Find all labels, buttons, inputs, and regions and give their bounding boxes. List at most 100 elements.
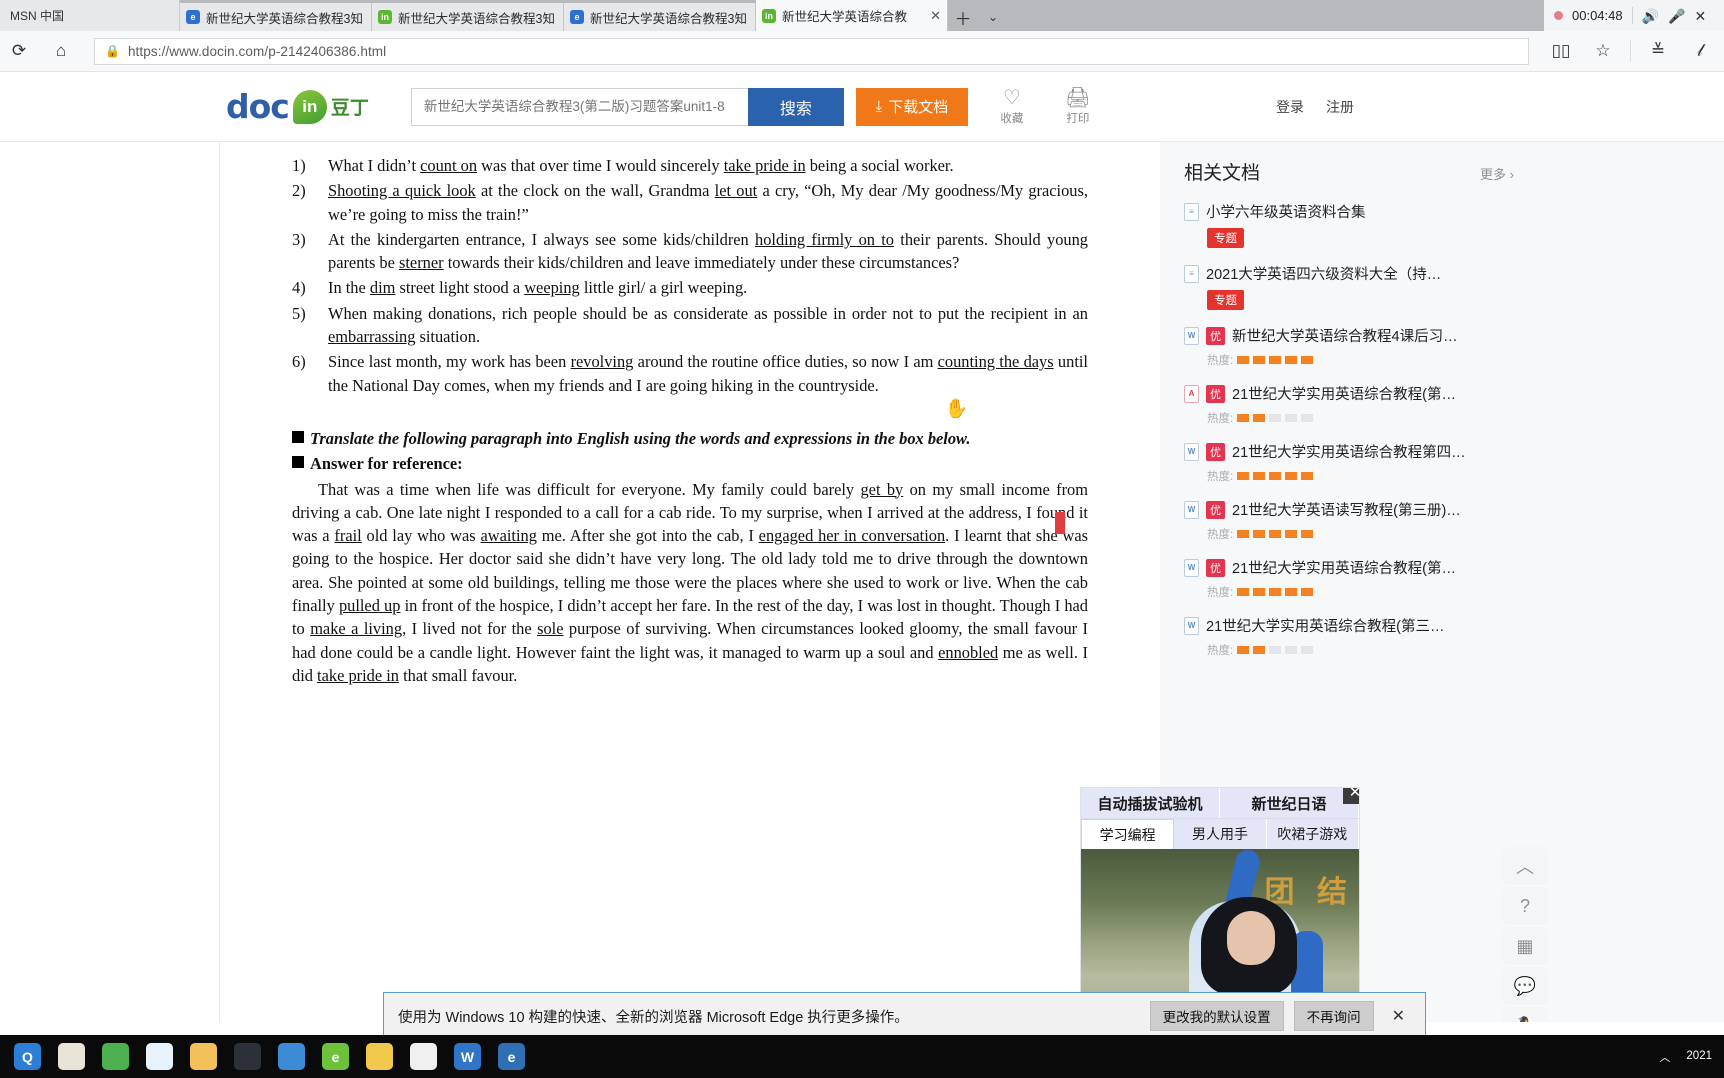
more-label: 更多 bbox=[1480, 167, 1507, 182]
related-document-title[interactable]: 21世纪大学实用英语综合教程(第… bbox=[1232, 557, 1456, 578]
qq-share-button[interactable]: 🐧 bbox=[1502, 1007, 1548, 1022]
related-document-item[interactable]: A 优 21世纪大学实用英语综合教程(第… 热度: bbox=[1184, 383, 1704, 426]
search-button[interactable]: 搜索 bbox=[747, 87, 844, 126]
globe-upload-icon[interactable] bbox=[278, 1043, 305, 1070]
browser-tab-3[interactable]: e 新世纪大学英语综合教程3知 bbox=[564, 3, 756, 31]
related-document-list: ≡ 小学六年级英语资料合集 专题 ≡ 2021大学英语四六级资料大全（持续… 专题 W 优新世… bbox=[1184, 201, 1704, 658]
related-document-title[interactable]: 小学六年级英语资料合集 bbox=[1206, 201, 1366, 222]
wechat-share-button[interactable]: 💬 bbox=[1502, 967, 1548, 1005]
related-document-item[interactable]: ≡ 小学六年级英语资料合集 专题 bbox=[1184, 201, 1704, 248]
wps-icon[interactable]: W bbox=[454, 1043, 481, 1070]
new-tab-button[interactable]: ＋ bbox=[948, 3, 978, 31]
close-icon[interactable]: ✕ bbox=[1392, 1006, 1405, 1026]
word-file-icon: W bbox=[1184, 558, 1199, 577]
close-icon[interactable]: ✕ bbox=[1694, 9, 1706, 23]
favorite-tool[interactable]: ♡ 收藏 bbox=[990, 88, 1034, 126]
browser-tab-1[interactable]: e 新世纪大学英语综合教程3知 bbox=[180, 3, 372, 31]
topic-badge: 专题 bbox=[1207, 290, 1244, 310]
heat-bar bbox=[1301, 414, 1314, 422]
word-file-icon: W bbox=[1184, 442, 1199, 461]
star-icon[interactable]: ☆ bbox=[1583, 32, 1623, 70]
related-document-title[interactable]: 21世纪大学实用英语综合教程(第三册)… bbox=[1206, 615, 1454, 636]
dark-app-icon[interactable] bbox=[234, 1043, 261, 1070]
dont-ask-again-button[interactable]: 不再询问 bbox=[1293, 1001, 1374, 1031]
heat-bar bbox=[1301, 646, 1314, 654]
related-document-title[interactable]: 21世纪大学实用英语综合教程第四… bbox=[1232, 441, 1466, 462]
bird-app-icon[interactable] bbox=[146, 1043, 173, 1070]
close-icon[interactable]: ✕ bbox=[1343, 788, 1359, 804]
chevron-down-icon[interactable]: ⌄ bbox=[978, 3, 1008, 31]
exercise-number: 5) bbox=[292, 303, 306, 323]
page-nav-marker[interactable] bbox=[1055, 512, 1065, 534]
browser-tab-4-active[interactable]: in 新世纪大学英语综合教 ✕ bbox=[756, 0, 948, 31]
docin-logo[interactable]: doc in 豆丁 bbox=[226, 87, 369, 126]
favorites-hub-icon[interactable]: ≚ bbox=[1638, 32, 1678, 70]
home-icon[interactable]: ⌂ bbox=[42, 32, 80, 70]
task-heading: Translate the following paragraph into E… bbox=[292, 427, 1088, 450]
login-link[interactable]: 登录 bbox=[1276, 97, 1304, 117]
scroll-to-top-button[interactable]: ︿ bbox=[1502, 847, 1548, 885]
book-icon[interactable]: ▯▯ bbox=[1541, 32, 1581, 70]
account-links: 登录 注册 bbox=[1276, 97, 1354, 117]
qrcode-button[interactable]: ▦ bbox=[1502, 927, 1548, 965]
web-note-icon[interactable]: 𝓁 bbox=[1680, 32, 1720, 70]
related-document-item[interactable]: W 优 21世纪大学实用英语综合教程(第… 热度: bbox=[1184, 557, 1704, 600]
tab-title: 新世纪大学英语综合教 bbox=[782, 10, 908, 24]
microphone-icon[interactable]: 🎤 bbox=[1668, 9, 1685, 23]
exercise-text: At the kindergarten entrance, I always s… bbox=[328, 228, 1088, 275]
qq-browser-icon[interactable]: Q bbox=[14, 1043, 41, 1070]
related-document-title[interactable]: 新世纪大学英语综合教程4课后习… bbox=[1232, 325, 1458, 346]
sidebar-more-link[interactable]: 更多 › bbox=[1480, 164, 1514, 183]
help-button[interactable]: ? bbox=[1502, 887, 1548, 925]
edge-icon[interactable]: e bbox=[489, 1035, 534, 1078]
heat-bar bbox=[1285, 530, 1298, 538]
related-document-item[interactable]: W 优 21世纪大学英语读写教程(第三册)… 热度: bbox=[1184, 499, 1704, 542]
360-browser-icon[interactable]: e bbox=[322, 1043, 349, 1070]
ad-tab-3[interactable]: 吹裙子游戏 bbox=[1266, 819, 1359, 849]
related-document-title[interactable]: 21世纪大学英语读写教程(第三册)… bbox=[1232, 499, 1461, 520]
exercise-text: What I didn’t count on was that over tim… bbox=[328, 154, 1088, 177]
related-document-title[interactable]: 21世纪大学实用英语综合教程(第… bbox=[1232, 383, 1456, 404]
app-icon[interactable] bbox=[58, 1043, 85, 1070]
refresh-icon[interactable]: ⟳ bbox=[0, 32, 38, 70]
related-document-item[interactable]: W 优新世纪大学英语综合教程4课后习… 热度: bbox=[1184, 325, 1704, 368]
word-file-icon: W bbox=[1184, 500, 1199, 519]
heat-bar bbox=[1285, 472, 1298, 480]
advertisement-panel[interactable]: 自动插拔试验机 新世纪日语 学习编程 男人用手 吹裙子游戏 团 结 bbox=[1080, 787, 1360, 1022]
file-explorer-icon[interactable] bbox=[190, 1043, 217, 1070]
speaker-icon[interactable]: 🔊 bbox=[1642, 9, 1659, 23]
ad-tab-2[interactable]: 男人用手 bbox=[1174, 819, 1267, 849]
wechat-icon[interactable] bbox=[102, 1043, 129, 1070]
download-document-button[interactable]: ⤓ 下载文档 bbox=[855, 87, 968, 126]
related-document-row: W 优 21世纪大学实用英语综合教程(第… bbox=[1184, 557, 1704, 578]
register-link[interactable]: 注册 bbox=[1326, 97, 1354, 117]
address-bar[interactable]: 🔒 https://www.docin.com/p-2142406386.htm… bbox=[94, 37, 1529, 65]
browser-tab-2[interactable]: in 新世纪大学英语综合教程3知 bbox=[372, 3, 564, 31]
tray-date[interactable]: 2021 bbox=[1686, 1049, 1712, 1063]
ad-tab-1[interactable]: 学习编程 bbox=[1081, 819, 1175, 849]
related-document-item[interactable]: ≡ 2021大学英语四六级资料大全（持续… 专题 bbox=[1184, 263, 1704, 310]
star-app-icon[interactable] bbox=[366, 1043, 393, 1070]
text-run: old lay who was bbox=[361, 526, 481, 546]
heat-meter: 热度: bbox=[1207, 584, 1704, 600]
change-default-settings-button[interactable]: 更改我的默认设置 bbox=[1149, 1001, 1284, 1031]
chrome-icon[interactable] bbox=[410, 1043, 437, 1070]
ad-keyword-1[interactable]: 自动插拔试验机 bbox=[1081, 788, 1220, 818]
exercise-number: 4) bbox=[292, 278, 306, 298]
print-tool[interactable]: 🖨 打印 bbox=[1056, 88, 1100, 126]
edge-notification-bar: 使用为 Windows 10 构建的快速、全新的浏览器 Microsoft Ed… bbox=[383, 992, 1426, 1040]
document-page[interactable]: 1) What I didn’t count on was that over t… bbox=[220, 142, 1160, 1022]
search-input[interactable] bbox=[410, 87, 748, 126]
related-document-row: W 优 21世纪大学实用英语综合教程第四… bbox=[1184, 441, 1704, 462]
text-run: at the clock on the wall, Grandma bbox=[475, 181, 715, 201]
docin-site-header: doc in 豆丁 搜索 ⤓ 下载文档 ♡ 收藏 🖨 打印 登录 bbox=[0, 72, 1724, 142]
ad-keyword-2[interactable]: 新世纪日语 bbox=[1220, 788, 1359, 818]
docin-favicon-icon: in bbox=[378, 10, 392, 24]
heat-bar bbox=[1253, 472, 1266, 480]
related-document-item[interactable]: W 优 21世纪大学实用英语综合教程第四… 热度: bbox=[1184, 441, 1704, 484]
related-document-title[interactable]: 2021大学英语四六级资料大全（持续… bbox=[1206, 263, 1454, 284]
chevron-up-icon[interactable]: ︿ bbox=[1659, 1049, 1670, 1065]
close-icon[interactable]: ✕ bbox=[930, 8, 941, 24]
related-document-item[interactable]: W 21世纪大学实用英语综合教程(第三册)… 热度: bbox=[1184, 615, 1704, 658]
underlined-phrase: frail bbox=[334, 526, 362, 546]
